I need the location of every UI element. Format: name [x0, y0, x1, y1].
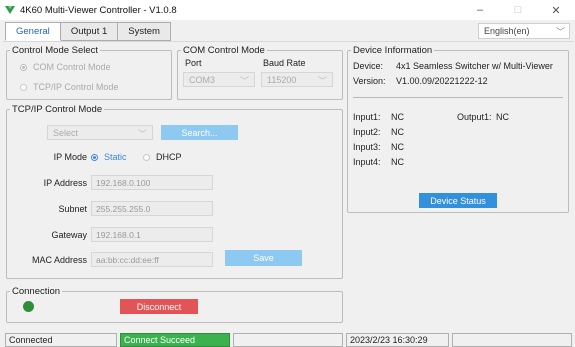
connection-legend: Connection: [12, 286, 61, 297]
input2-value: NC: [391, 127, 404, 137]
dhcp-radio[interactable]: DHCP: [143, 152, 182, 162]
device-select-value: Select: [53, 127, 79, 138]
ip-address-field[interactable]: 192.168.0.100: [91, 175, 213, 190]
ip-mode-label: IP Mode: [53, 152, 87, 162]
version-label: Version:: [353, 76, 386, 86]
tcpip-mode-label: TCP/IP Control Mode: [33, 82, 119, 92]
baud-rate-select[interactable]: 115200 ﹀: [261, 72, 333, 87]
mac-address-label: MAC Address: [31, 255, 87, 265]
device-status-button[interactable]: Device Status: [419, 193, 497, 208]
title-bar: 4K60 Multi-Viewer Controller - V1.0.8 – …: [0, 0, 575, 20]
chevron-down-icon: ﹀: [137, 129, 147, 139]
tab-general[interactable]: General: [5, 22, 61, 41]
static-label: Static: [104, 152, 127, 162]
output1-value: NC: [496, 112, 509, 122]
baud-rate-label: Baud Rate: [263, 58, 306, 68]
device-select[interactable]: Select ﹀: [47, 125, 153, 140]
input1-label: Input1:: [353, 112, 381, 122]
status-datetime: 2023/2/23 16:30:29: [346, 333, 449, 347]
chevron-down-icon: ﹀: [555, 27, 565, 37]
device-value: 4x1 Seamless Switcher w/ Multi-Viewer: [396, 61, 553, 71]
control-mode-legend: Control Mode Select: [12, 45, 99, 56]
connection-status-led: [23, 301, 34, 312]
status-message: Connect Succeed: [120, 333, 230, 347]
tcpip-mode-radio[interactable]: TCP/IP Control Mode: [20, 82, 118, 92]
language-select[interactable]: English(en) ﹀: [478, 23, 570, 39]
subnet-field[interactable]: 255.255.255.0: [91, 201, 213, 216]
gateway-field[interactable]: 192.168.0.1: [91, 227, 213, 242]
status-connection: Connected: [5, 333, 117, 347]
tab-output-1[interactable]: Output 1: [59, 22, 119, 41]
language-value: English(en): [484, 26, 530, 36]
maximize-button[interactable]: □: [499, 0, 537, 20]
minimize-button[interactable]: –: [461, 0, 499, 20]
tcpip-mode-legend: TCP/IP Control Mode: [12, 104, 103, 115]
static-radio[interactable]: Static: [91, 152, 127, 162]
com-mode-radio[interactable]: COM Control Mode: [20, 62, 111, 72]
com-mode-legend: COM Control Mode: [183, 45, 265, 56]
dhcp-label: DHCP: [156, 152, 182, 162]
input4-value: NC: [391, 157, 404, 167]
chevron-down-icon: ﹀: [239, 76, 249, 86]
mac-address-field[interactable]: aa:bb:cc:dd:ee:ff: [91, 252, 213, 267]
port-label: Port: [185, 58, 202, 68]
general-panel: Control Mode Select COM Control Mode TCP…: [3, 41, 574, 328]
save-button[interactable]: Save: [225, 250, 302, 266]
radio-dot: [91, 153, 98, 161]
radio-dot: [20, 63, 27, 71]
port-select[interactable]: COM3 ﹀: [183, 72, 255, 87]
tab-system[interactable]: System: [117, 22, 171, 41]
ip-address-label: IP Address: [43, 178, 87, 188]
status-bar: Connected Connect Succeed 2023/2/23 16:3…: [0, 331, 575, 347]
status-empty-2: [452, 333, 572, 347]
output1-label: Output1:: [457, 112, 492, 122]
subnet-label: Subnet: [58, 204, 87, 214]
tab-bar: General Output 1 System: [5, 22, 171, 41]
device-info-legend: Device Information: [353, 45, 433, 56]
close-button[interactable]: ✕: [537, 0, 575, 20]
disconnect-button[interactable]: Disconnect: [120, 299, 198, 314]
search-button[interactable]: Search...: [161, 125, 238, 140]
port-value: COM3: [189, 74, 216, 85]
chevron-down-icon: ﹀: [317, 76, 327, 86]
window-title: 4K60 Multi-Viewer Controller - V1.0.8: [20, 4, 177, 16]
version-value: V1.00.09/20221222-12: [396, 76, 488, 86]
input3-value: NC: [391, 142, 404, 152]
status-empty-1: [233, 333, 343, 347]
input2-label: Input2:: [353, 127, 381, 137]
input3-label: Input3:: [353, 142, 381, 152]
input1-value: NC: [391, 112, 404, 122]
radio-dot: [20, 83, 27, 91]
baud-rate-value: 115200: [267, 74, 297, 85]
app-logo-icon: [5, 6, 15, 14]
com-mode-label: COM Control Mode: [33, 62, 111, 72]
device-info-divider: [353, 97, 563, 98]
input4-label: Input4:: [353, 157, 381, 167]
device-label: Device:: [353, 61, 384, 71]
radio-dot: [143, 153, 150, 161]
gateway-label: Gateway: [51, 230, 87, 240]
